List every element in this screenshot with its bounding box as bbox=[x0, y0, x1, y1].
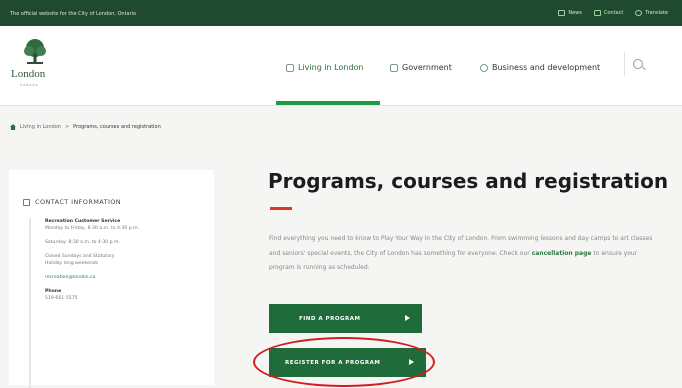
phone-icon bbox=[23, 198, 30, 206]
find-program-button[interactable]: FIND A PROGRAM bbox=[269, 304, 422, 333]
arrow-right-icon bbox=[405, 315, 410, 321]
contact-link[interactable]: Contact bbox=[593, 10, 623, 16]
government-icon bbox=[390, 63, 398, 72]
contact-sidebar: CONTACT INFORMATION Recreation Customer … bbox=[9, 170, 214, 388]
phone-number[interactable]: 519-661-5575 bbox=[45, 295, 199, 302]
business-icon bbox=[480, 63, 488, 72]
title-accent-bar bbox=[270, 207, 292, 210]
contact-heading: CONTACT INFORMATION bbox=[23, 198, 121, 206]
nav-divider bbox=[624, 52, 625, 76]
home-icon[interactable] bbox=[10, 124, 16, 130]
contact-email-link[interactable]: recreation@london.ca bbox=[45, 274, 199, 281]
breadcrumb-living[interactable]: Living in London bbox=[20, 124, 61, 130]
search-icon[interactable] bbox=[633, 59, 643, 69]
phone-label: Phone bbox=[45, 289, 62, 294]
utility-bar-text: The official website for the City of Lon… bbox=[10, 11, 137, 17]
active-nav-indicator bbox=[276, 101, 380, 105]
tree-logo-icon bbox=[24, 39, 46, 64]
closed-note-1: Closed Sundays and Statutory bbox=[45, 254, 115, 259]
nav-government[interactable]: Government bbox=[390, 63, 452, 72]
page-title: Programs, courses and registration bbox=[268, 169, 669, 193]
nav-living-in-london[interactable]: Living in London bbox=[286, 63, 364, 72]
cancellation-page-link[interactable]: cancellation page bbox=[532, 250, 592, 257]
news-link[interactable]: News bbox=[558, 10, 582, 16]
translate-link[interactable]: Translate bbox=[635, 10, 668, 16]
globe-icon bbox=[635, 10, 643, 16]
breadcrumb: Living in London > Programs, courses and… bbox=[10, 124, 161, 130]
closed-note-2: Holiday long weekends bbox=[45, 261, 99, 266]
hours-saturday: Saturday: 8:30 a.m. to 4:30 p.m. bbox=[45, 240, 120, 245]
site-header: London CANADA Living in London Governmen… bbox=[0, 26, 682, 106]
logo-wordmark: London bbox=[11, 68, 46, 80]
service-name: Recreation Customer Service bbox=[45, 219, 121, 224]
news-icon bbox=[558, 10, 566, 16]
logo-subtitle: CANADA bbox=[20, 83, 39, 87]
hours-weekday: Monday to Friday, 8:30 a.m. to 4:30 p.m. bbox=[45, 226, 140, 231]
nav-business-development[interactable]: Business and development bbox=[480, 63, 600, 72]
living-icon bbox=[286, 63, 294, 72]
red-highlight-annotation bbox=[253, 337, 435, 387]
intro-paragraph: Find everything you need to know to Play… bbox=[269, 235, 653, 271]
utility-links: News Contact Translate bbox=[558, 10, 668, 16]
breadcrumb-separator: > bbox=[64, 124, 70, 130]
phone-icon bbox=[593, 10, 601, 16]
utility-bar: The official website for the City of Lon… bbox=[0, 0, 682, 26]
breadcrumb-current: Programs, courses and registration bbox=[73, 124, 161, 130]
city-logo[interactable]: London CANADA bbox=[10, 36, 62, 96]
contact-details: Recreation Customer Service Monday to Fr… bbox=[29, 218, 199, 388]
